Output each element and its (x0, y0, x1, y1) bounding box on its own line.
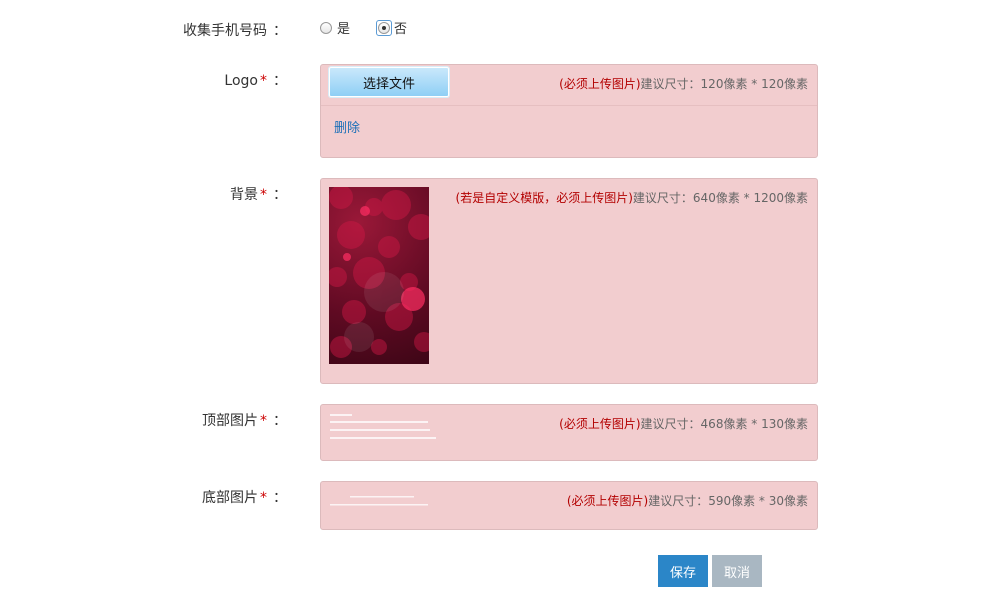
background-row: 背景 *： (若是自定义模版，必须上传图片)建议尺寸：640像素 * 1200像… (0, 178, 1000, 384)
radio-yes-label: 是 (337, 22, 351, 37)
bottom-image-label: 底部图片 *： (202, 490, 287, 506)
logo-hint: (必须上传图片)建议尺寸：120像素 * 120像素 (559, 77, 808, 91)
background-label: 背景 *： (230, 187, 287, 203)
radio-no-indicator[interactable] (378, 21, 391, 34)
bottom-image-preview-graphic (330, 496, 428, 506)
top-image-hint: (必须上传图片)建议尺寸：468像素 * 130像素 (559, 417, 808, 431)
radio-option-no[interactable]: 否 (376, 18, 407, 37)
required-mark: * (260, 73, 267, 89)
background-upload-panel: (若是自定义模版，必须上传图片)建议尺寸：640像素 * 1200像素 (320, 178, 818, 384)
logo-row: Logo *： 选择文件 (必须上传图片)建议尺寸：120像素 * 120像素 删… (0, 64, 1000, 158)
choose-file-button[interactable]: 选择文件 (329, 67, 449, 97)
bottom-image-row: 底部图片 *： (必须上传图片)建议尺寸：590像素 * 30像素 (0, 481, 1000, 530)
top-image-upload-panel: (必须上传图片)建议尺寸：468像素 * 130像素 (320, 404, 818, 461)
delete-logo-link[interactable]: 删除 (334, 117, 360, 136)
top-image-preview (328, 411, 438, 455)
required-mark: * (260, 187, 267, 203)
cancel-button[interactable]: 取消 (712, 555, 762, 587)
collect-phone-row: 收集手机号码： 是 否 (0, 18, 1000, 40)
required-mark: * (260, 490, 267, 506)
bottom-image-upload-panel: (必须上传图片)建议尺寸：590像素 * 30像素 (320, 481, 818, 530)
bokeh-pattern (329, 187, 429, 358)
radio-no-focus-ring (376, 19, 393, 36)
collect-phone-radio-group: 是 否 (320, 18, 433, 37)
radio-yes-indicator[interactable] (320, 21, 332, 34)
background-hint: (若是自定义模版，必须上传图片)建议尺寸：640像素 * 1200像素 (455, 191, 808, 205)
collect-phone-label: 收集手机号码： (183, 23, 287, 39)
save-button[interactable]: 保存 (658, 555, 708, 587)
top-image-label: 顶部图片 *： (202, 413, 287, 429)
logo-divider (321, 105, 817, 106)
radio-option-yes[interactable]: 是 (320, 18, 350, 37)
background-preview-image (329, 187, 429, 364)
logo-label: Logo *： (224, 73, 287, 89)
top-image-row: 顶部图片 *： (必须上传图片)建议尺寸：468像素 * 130像素 (0, 404, 1000, 461)
radio-no-label: 否 (394, 22, 408, 37)
bottom-image-preview (328, 492, 438, 516)
logo-upload-panel: 选择文件 (必须上传图片)建议尺寸：120像素 * 120像素 删除 (320, 64, 818, 158)
bottom-image-hint: (必须上传图片)建议尺寸：590像素 * 30像素 (566, 494, 808, 508)
top-image-preview-graphic (330, 414, 436, 439)
required-mark: * (260, 413, 267, 429)
actions-row: 保存 取消 (0, 555, 1000, 587)
